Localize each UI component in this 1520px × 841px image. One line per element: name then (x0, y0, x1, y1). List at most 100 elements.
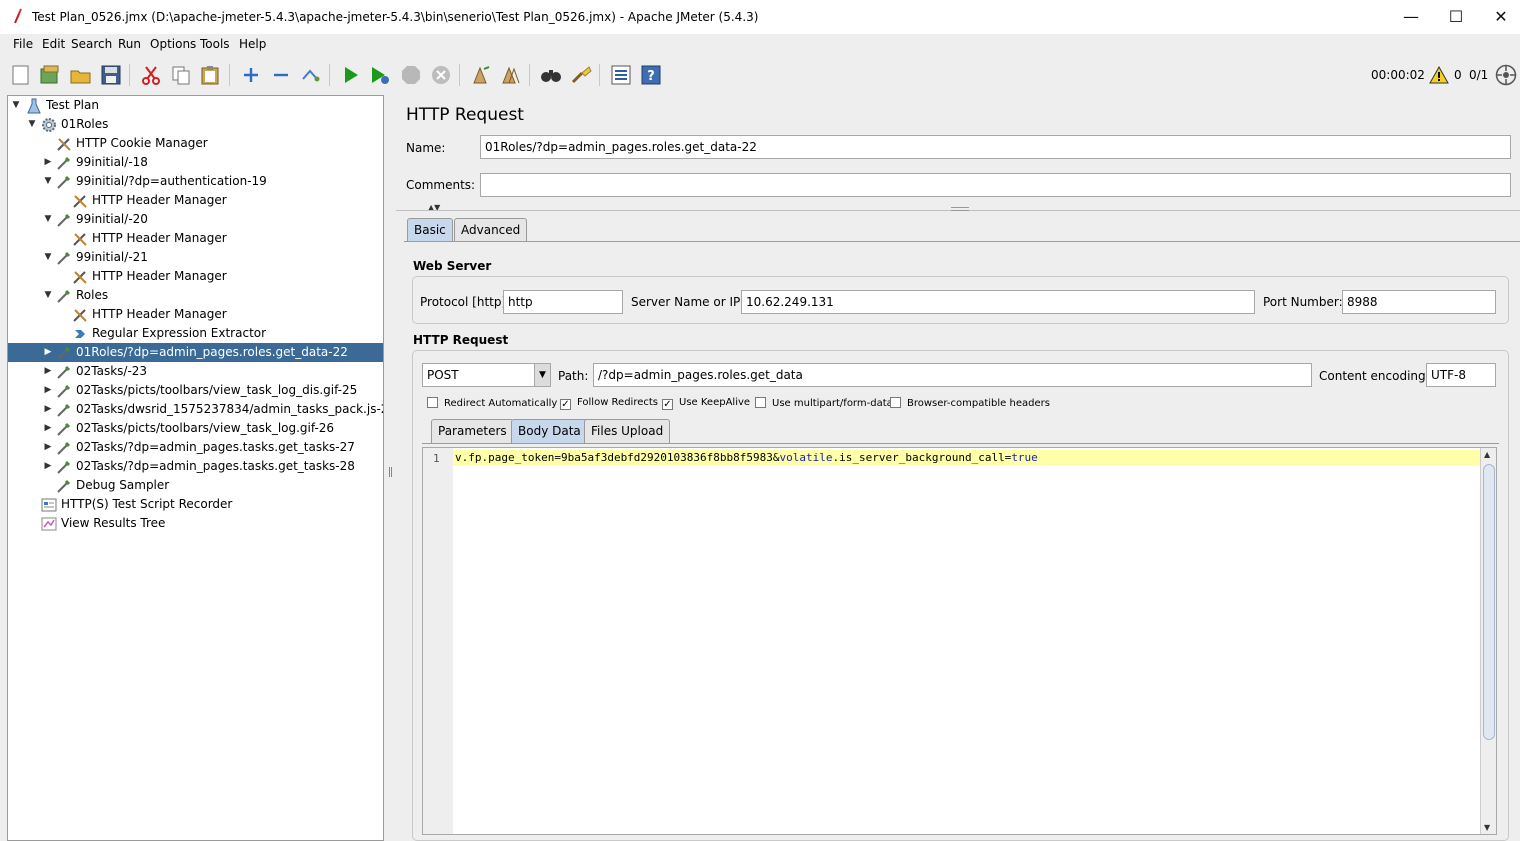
tree-node[interactable]: Debug Sampler (8, 476, 383, 495)
tree-node[interactable]: HTTP Cookie Manager (8, 134, 383, 153)
tree-node[interactable]: ▶ 02Tasks/?dp=admin_pages.tasks.get_tasks… (8, 438, 383, 457)
tab-body-data[interactable]: Body Data (511, 419, 588, 443)
menu-file[interactable]: File (13, 37, 33, 51)
expanded-toggle-icon[interactable]: ▼ (43, 286, 53, 305)
divider-grip[interactable] (951, 207, 969, 211)
scroll-up-icon[interactable]: ▲ (1484, 450, 1490, 459)
tree-node[interactable]: HTTP Header Manager (8, 229, 383, 248)
tree-node[interactable]: HTTP(S) Test Script Recorder (8, 495, 383, 514)
menu-edit[interactable]: Edit (42, 37, 65, 51)
tree-node[interactable]: ▼ 99initial/?dp=authentication-19 (8, 172, 383, 191)
collapsed-toggle-icon[interactable]: ▶ (43, 400, 53, 419)
collapsed-toggle-icon[interactable]: ▶ (43, 457, 53, 476)
server-name-field[interactable]: 10.62.249.131 (741, 290, 1255, 314)
clear-all-icon[interactable] (499, 63, 523, 87)
expanded-toggle-icon[interactable]: ▼ (11, 96, 21, 115)
tree-node[interactable]: ▶ 02Tasks/dwsrid_1575237834/admin_tasks_p… (8, 400, 383, 419)
unchecked-box-icon[interactable] (890, 397, 901, 408)
toggle-icon[interactable] (299, 63, 323, 87)
warning-icon[interactable] (1429, 66, 1449, 84)
reset-search-icon[interactable] (569, 63, 593, 87)
copy-icon[interactable] (169, 63, 193, 87)
minimize-button[interactable]: — (1388, 0, 1434, 34)
tree-node[interactable]: HTTP Header Manager (8, 267, 383, 286)
tree-node[interactable]: Regular Expression Extractor (8, 324, 383, 343)
comments-field[interactable] (480, 173, 1511, 197)
open-icon[interactable] (69, 63, 93, 87)
paste-icon[interactable] (198, 63, 222, 87)
collapsed-toggle-icon[interactable]: ▶ (43, 362, 53, 381)
expand-all-icon[interactable] (239, 63, 263, 87)
option-checkbox[interactable]: Redirect Automatically (427, 397, 557, 409)
start-no-pauses-icon[interactable] (368, 63, 392, 87)
protocol-field[interactable]: http (503, 290, 623, 314)
option-checkbox[interactable]: Browser-compatible headers (890, 397, 1050, 409)
expanded-toggle-icon[interactable]: ▼ (43, 210, 53, 229)
menu-run[interactable]: Run (118, 37, 141, 51)
expanded-toggle-icon[interactable]: ▼ (27, 115, 37, 134)
chevron-down-icon[interactable]: ▼ (534, 364, 550, 386)
clear-icon[interactable] (469, 63, 493, 87)
tree-node[interactable]: ▶ 02Tasks/-23 (8, 362, 383, 381)
path-field[interactable]: /?dp=admin_pages.roles.get_data (593, 363, 1312, 387)
expanded-toggle-icon[interactable]: ▼ (43, 172, 53, 191)
checked-box-icon[interactable]: ✓ (560, 399, 571, 410)
tab-advanced[interactable]: Advanced (454, 218, 528, 242)
tab-parameters[interactable]: Parameters (431, 419, 514, 443)
collapsed-toggle-icon[interactable]: ▶ (43, 438, 53, 457)
tree-node[interactable]: ▼ 01Roles (8, 115, 383, 134)
search-binoculars-icon[interactable] (539, 63, 563, 87)
checked-box-icon[interactable]: ✓ (662, 399, 673, 410)
pane-splitter[interactable] (385, 95, 396, 841)
menu-search[interactable]: Search (71, 37, 112, 51)
tree-node[interactable]: ▶ 02Tasks/picts/toolbars/view_task_log.gi… (8, 419, 383, 438)
body-data-line[interactable]: v.fp.page_token=9ba5af3debfd2920103836f8… (453, 450, 1481, 466)
port-field[interactable]: 8988 (1342, 290, 1496, 314)
tree-node[interactable]: ▼ 99initial/-21 (8, 248, 383, 267)
scroll-thumb[interactable] (1483, 464, 1495, 740)
scroll-down-icon[interactable]: ▼ (1484, 823, 1490, 832)
save-icon[interactable] (99, 63, 123, 87)
name-field[interactable]: 01Roles/?dp=admin_pages.roles.get_data-2… (480, 135, 1511, 159)
tab-files-upload[interactable]: Files Upload (584, 419, 671, 443)
function-helper-icon[interactable] (609, 63, 633, 87)
unchecked-box-icon[interactable] (427, 397, 438, 408)
menu-tools[interactable]: Tools (200, 37, 230, 51)
option-checkbox[interactable]: ✓ Follow Redirects (560, 397, 658, 410)
templates-icon[interactable] (38, 63, 62, 87)
unchecked-box-icon[interactable] (755, 397, 766, 408)
body-data-editor[interactable]: 1 v.fp.page_token=9ba5af3debfd2920103836… (422, 447, 1497, 835)
collapsed-toggle-icon[interactable]: ▶ (43, 153, 53, 172)
cut-icon[interactable] (139, 63, 163, 87)
tree-node[interactable]: HTTP Header Manager (8, 191, 383, 210)
tree-node[interactable]: HTTP Header Manager (8, 305, 383, 324)
method-select[interactable]: POST ▼ (422, 363, 551, 387)
collapsed-toggle-icon[interactable]: ▶ (43, 419, 53, 438)
menu-help[interactable]: Help (239, 37, 266, 51)
editor-scrollbar[interactable]: ▲ ▼ (1480, 448, 1496, 834)
collapsed-toggle-icon[interactable]: ▶ (43, 343, 53, 362)
content-encoding-field[interactable]: UTF-8 (1426, 363, 1496, 387)
shutdown-icon[interactable] (429, 63, 453, 87)
tree-node[interactable]: ▶ 02Tasks/?dp=admin_pages.tasks.get_tasks… (8, 457, 383, 476)
close-button[interactable]: ✕ (1478, 0, 1520, 34)
new-icon[interactable] (9, 63, 33, 87)
stop-icon[interactable] (399, 63, 423, 87)
collapsed-toggle-icon[interactable]: ▶ (43, 381, 53, 400)
tree-node[interactable]: ▶ 99initial/-18 (8, 153, 383, 172)
tree-node[interactable]: View Results Tree (8, 514, 383, 533)
collapse-all-icon[interactable] (269, 63, 293, 87)
tree-node[interactable]: ▶ 02Tasks/picts/toolbars/view_task_log_di… (8, 381, 383, 400)
help-icon[interactable]: ? (639, 63, 663, 87)
start-icon[interactable] (339, 63, 363, 87)
expanded-toggle-icon[interactable]: ▼ (43, 248, 53, 267)
tab-basic[interactable]: Basic (407, 218, 453, 242)
tree-node[interactable]: ▼ 99initial/-20 (8, 210, 383, 229)
menu-options[interactable]: Options (150, 37, 196, 51)
tree-node[interactable]: ▼ Roles (8, 286, 383, 305)
option-checkbox[interactable]: ✓ Use KeepAlive (662, 397, 750, 410)
option-checkbox[interactable]: Use multipart/form-data (755, 397, 893, 409)
tree-node[interactable]: ▼ Test Plan (8, 96, 383, 115)
maximize-button[interactable]: ☐ (1433, 0, 1479, 34)
tree-node[interactable]: ▶ 01Roles/?dp=admin_pages.roles.get_data-… (8, 343, 383, 362)
